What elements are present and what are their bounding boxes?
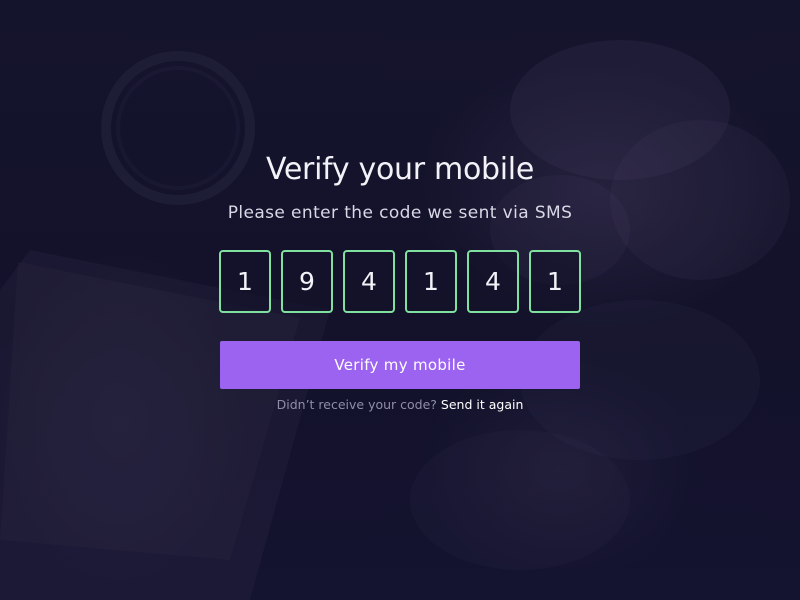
- code-input-group: 1 9 4 1 4 1: [219, 250, 581, 313]
- resend-prompt: Didn’t receive your code?: [276, 397, 437, 412]
- verify-button[interactable]: Verify my mobile: [220, 341, 580, 389]
- code-digit-5[interactable]: 4: [467, 250, 519, 313]
- code-digit-1[interactable]: 1: [219, 250, 271, 313]
- resend-row: Didn’t receive your code? Send it again: [0, 397, 800, 412]
- code-digit-4[interactable]: 1: [405, 250, 457, 313]
- code-digit-2[interactable]: 9: [281, 250, 333, 313]
- verify-screen: Verify your mobile Please enter the code…: [0, 0, 800, 600]
- code-digit-3[interactable]: 4: [343, 250, 395, 313]
- send-again-link[interactable]: Send it again: [441, 397, 523, 412]
- page-title: Verify your mobile: [266, 152, 534, 187]
- instructions-text: Please enter the code we sent via SMS: [227, 203, 573, 223]
- code-digit-6[interactable]: 1: [529, 250, 581, 313]
